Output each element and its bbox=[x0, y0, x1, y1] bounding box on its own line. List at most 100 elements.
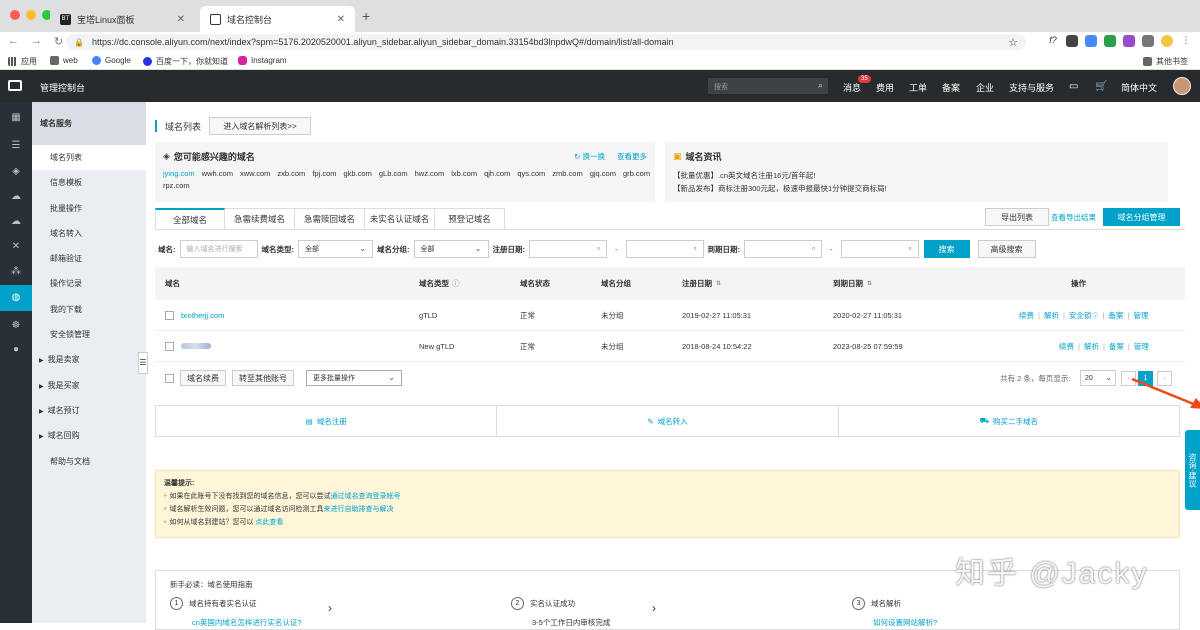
bookmark-other[interactable]: 其他书签 bbox=[1143, 56, 1188, 67]
network-icon[interactable]: ✕ bbox=[10, 241, 22, 253]
bulk-renew-button[interactable]: 域名续费 bbox=[180, 370, 226, 386]
register-domain-button[interactable]: ▤ 域名注册 bbox=[156, 406, 498, 436]
suggested-domain[interactable]: grb.com bbox=[623, 169, 650, 178]
close-tab-icon[interactable]: ✕ bbox=[337, 14, 345, 25]
reg-end-date[interactable]: ▫ bbox=[625, 240, 704, 258]
page-size-select[interactable]: 20 ⌄ bbox=[1080, 370, 1116, 386]
nav-tickets[interactable]: 工单 bbox=[909, 81, 927, 94]
sidebar-item-buyback[interactable]: ▶ 域名回购 bbox=[32, 423, 146, 448]
sidebar-item-op-log[interactable]: 操作记录 bbox=[32, 271, 146, 296]
console-title[interactable]: 管理控制台 bbox=[40, 81, 85, 94]
function-extension-icon[interactable]: f? bbox=[1047, 35, 1059, 47]
suggested-domain[interactable]: fpj.com bbox=[312, 169, 336, 178]
sidebar-item-domain-list[interactable]: 域名列表 bbox=[32, 145, 146, 171]
extension-icon[interactable] bbox=[1142, 35, 1154, 47]
bookmark-google[interactable]: Google bbox=[92, 56, 131, 65]
exp-start-date[interactable]: ▫ bbox=[744, 240, 822, 258]
bookmark-apps[interactable]: 应用 bbox=[8, 56, 37, 67]
security-lock-link[interactable]: 安全锁 bbox=[1069, 310, 1092, 321]
renew-link[interactable]: 续费 bbox=[1059, 341, 1074, 352]
nav-icp[interactable]: 备案 bbox=[942, 81, 960, 94]
tab-renew-needed[interactable]: 急需续费域名 bbox=[225, 208, 295, 230]
transfer-in-button[interactable]: ✎ 域名转入 bbox=[497, 406, 839, 436]
dns-resolve-link[interactable]: 解析 bbox=[1084, 341, 1099, 352]
sidebar-item-help[interactable]: 帮助与文档 bbox=[32, 449, 146, 474]
suggested-domain[interactable]: gjq.com bbox=[590, 169, 616, 178]
sort-icon[interactable]: ⇅ bbox=[716, 280, 721, 287]
close-window-button[interactable] bbox=[10, 10, 20, 20]
icp-link[interactable]: 备案 bbox=[1109, 341, 1124, 352]
sort-icon[interactable]: ⇅ bbox=[867, 280, 872, 287]
search-icon[interactable]: ⌕ bbox=[818, 80, 823, 91]
buy-used-domain-button[interactable]: ⛟ 购买二手域名 bbox=[839, 406, 1179, 436]
sidebar-item-buyer[interactable]: ▶ 我是买家 bbox=[32, 373, 146, 398]
refresh-link[interactable]: ↻ 换一换 bbox=[574, 151, 605, 162]
emoji-icon[interactable] bbox=[1161, 35, 1173, 47]
sidebar-item-batch[interactable]: 批量操作 bbox=[32, 196, 146, 221]
sidebar-item-info-template[interactable]: 信息模板 bbox=[32, 170, 146, 195]
cart-icon[interactable]: 🛒 bbox=[1095, 81, 1107, 92]
cloud-upload-icon[interactable]: ☁ bbox=[10, 216, 22, 228]
bookmark-web[interactable]: web bbox=[50, 56, 78, 65]
tab-unverified[interactable]: 未实名认证域名 bbox=[365, 208, 435, 230]
list-icon[interactable]: ☰ bbox=[10, 140, 22, 152]
exp-end-date[interactable]: ▫ bbox=[840, 240, 919, 258]
row-checkbox[interactable] bbox=[165, 310, 174, 320]
grid-icon[interactable]: ▦ bbox=[10, 112, 22, 124]
sidebar-item-downloads[interactable]: 我的下载 bbox=[32, 297, 146, 322]
type-select[interactable]: 全部 ⌄ bbox=[298, 240, 373, 258]
gear-icon[interactable]: ☸ bbox=[10, 320, 22, 332]
suggested-domain[interactable]: xww.com bbox=[240, 169, 270, 178]
translate-icon[interactable] bbox=[1085, 35, 1097, 47]
new-tab-icon[interactable]: + bbox=[362, 8, 370, 24]
suggested-domain[interactable]: qys.com bbox=[517, 169, 545, 178]
manage-link[interactable]: 管理 bbox=[1134, 341, 1149, 352]
nav-messages[interactable]: 消息 bbox=[843, 81, 861, 94]
more-bulk-select[interactable]: 更多批量操作 ⌄ bbox=[306, 370, 402, 386]
suggested-domain[interactable]: zxb.com bbox=[277, 169, 305, 178]
dns-resolve-link[interactable]: 解析 bbox=[1044, 310, 1059, 321]
suggested-domain[interactable]: hwz.com bbox=[415, 169, 445, 178]
forward-icon[interactable]: → bbox=[31, 35, 42, 48]
news-item[interactable]: 【新品发布】商标注册300元起，极速申报最快1分钟提交商标局! bbox=[673, 182, 1160, 195]
help-icon[interactable]: ⓘ bbox=[452, 278, 460, 289]
group-manage-button[interactable]: 域名分组管理 bbox=[1103, 208, 1180, 226]
extension-icon[interactable] bbox=[1123, 35, 1135, 47]
console-search-input[interactable]: 搜索 ⌕ bbox=[708, 78, 828, 94]
avatar[interactable] bbox=[1173, 77, 1191, 95]
select-all-checkbox[interactable] bbox=[165, 373, 174, 383]
evernote-icon[interactable] bbox=[1104, 35, 1116, 47]
domain-search-input[interactable]: 输入域名进行搜索 bbox=[179, 240, 258, 258]
news-item[interactable]: 【批量优惠】.cn英文域名注册16元/首年起! bbox=[673, 169, 1160, 182]
sidebar-item-reserve[interactable]: ▶ 域名预订 bbox=[32, 398, 146, 423]
tab-baota[interactable]: BT 宝塔Linux面板 ✕ bbox=[50, 6, 195, 32]
suggested-domain[interactable]: gkb.com bbox=[344, 169, 372, 178]
language-switch[interactable]: 简体中文 bbox=[1121, 81, 1157, 94]
tab-preregistered[interactable]: 预登记域名 bbox=[435, 208, 505, 230]
domain-link[interactable]: brotherjj.com bbox=[181, 300, 224, 330]
search-button[interactable]: 搜索 bbox=[923, 240, 970, 258]
terminal-icon[interactable]: ▭ bbox=[1069, 81, 1078, 92]
tab-all-domains[interactable]: 全部域名 bbox=[155, 208, 225, 230]
suggested-domain[interactable]: rpz.com bbox=[163, 181, 190, 190]
reg-start-date[interactable]: ▫ bbox=[529, 240, 607, 258]
suggested-domain[interactable]: zmb.com bbox=[552, 169, 582, 178]
aliyun-logo-icon[interactable] bbox=[8, 80, 22, 91]
suggested-domain[interactable]: jying.com bbox=[163, 169, 195, 178]
suggested-domain[interactable]: qjh.com bbox=[484, 169, 510, 178]
sidebar-item-transfer-in[interactable]: 域名转入 bbox=[32, 221, 146, 246]
sidebar-collapse-handle[interactable]: ☰ bbox=[138, 352, 148, 374]
circle-icon[interactable]: ● bbox=[10, 344, 22, 356]
row-checkbox[interactable] bbox=[165, 341, 174, 351]
url-field[interactable]: 🔒 https://dc.console.aliyun.com/next/ind… bbox=[66, 34, 1026, 50]
nav-enterprise[interactable]: 企业 bbox=[976, 81, 994, 94]
group-select[interactable]: 全部 ⌄ bbox=[413, 240, 489, 258]
export-list-button[interactable]: 导出列表 bbox=[985, 208, 1049, 226]
more-link[interactable]: 查看更多 bbox=[617, 151, 647, 162]
suggested-domain[interactable]: gLb.com bbox=[379, 169, 408, 178]
tab-domain-console[interactable]: 域名控制台 ✕ bbox=[200, 6, 355, 32]
suggested-domain[interactable]: wwh.com bbox=[202, 169, 233, 178]
transfer-account-button[interactable]: 转至其他账号 bbox=[232, 370, 294, 386]
view-export-link[interactable]: 查看导出结果 bbox=[1051, 212, 1096, 223]
renew-link[interactable]: 续费 bbox=[1019, 310, 1034, 321]
